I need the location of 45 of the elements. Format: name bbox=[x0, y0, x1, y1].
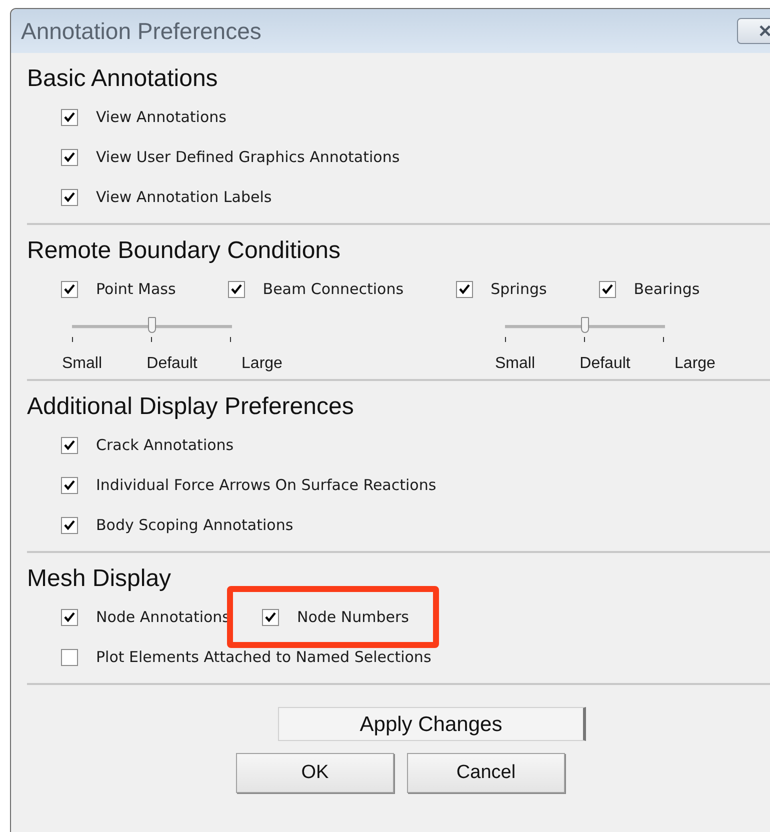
option-label: Body Scoping Annotations bbox=[96, 516, 294, 534]
checkbox[interactable] bbox=[61, 608, 78, 626]
checkbox[interactable] bbox=[61, 648, 78, 666]
option-label: Node Annotations bbox=[96, 608, 230, 626]
slider-thumb[interactable] bbox=[148, 317, 156, 333]
dialog-button[interactable]: Cancel bbox=[407, 753, 565, 793]
section-heading: Basic Annotations bbox=[27, 64, 219, 94]
checkbox[interactable] bbox=[61, 108, 78, 126]
slider-label: Large bbox=[240, 355, 284, 373]
slider-label: Small bbox=[60, 355, 103, 373]
apply-changes-button[interactable]: Apply Changes bbox=[278, 707, 586, 741]
section-heading: Mesh Display bbox=[27, 564, 172, 594]
checkbox[interactable] bbox=[61, 516, 78, 534]
slider-label: Small bbox=[494, 355, 536, 373]
option-label: Plot Elements Attached to Named Selections bbox=[96, 648, 432, 666]
dialog-button[interactable]: OK bbox=[236, 753, 394, 793]
option-label: View Annotations bbox=[96, 108, 226, 126]
size-slider[interactable] bbox=[72, 315, 232, 341]
size-slider[interactable] bbox=[505, 315, 665, 341]
checkbox[interactable] bbox=[456, 280, 473, 298]
option-label: Bearings bbox=[634, 280, 700, 298]
section-heading: Remote Boundary Conditions bbox=[27, 236, 342, 266]
option-label: Springs bbox=[490, 280, 547, 298]
checkbox[interactable] bbox=[228, 280, 245, 298]
checkbox[interactable] bbox=[61, 188, 78, 206]
option-label: Point Mass bbox=[96, 280, 176, 298]
option-label: View Annotation Labels bbox=[96, 188, 272, 206]
option-label: Node Numbers bbox=[297, 608, 409, 626]
checkbox[interactable] bbox=[61, 436, 78, 454]
slider-thumb[interactable] bbox=[581, 317, 589, 333]
option-label: Beam Connections bbox=[262, 280, 404, 298]
checkbox[interactable] bbox=[262, 608, 279, 626]
close-button[interactable]: ✕ bbox=[737, 18, 770, 44]
checkbox[interactable] bbox=[61, 148, 78, 166]
option-label: Individual Force Arrows On Surface Reactions bbox=[96, 476, 436, 494]
option-label: Crack Annotations bbox=[96, 436, 234, 454]
checkbox[interactable] bbox=[61, 280, 78, 298]
slider-label: Large bbox=[674, 355, 716, 373]
option-label: View User Defined Graphics Annotations bbox=[96, 148, 400, 166]
section-heading: Additional Display Preferences bbox=[27, 392, 355, 422]
window-title: Annotation Preferences bbox=[21, 18, 262, 44]
slider-label: Default bbox=[146, 355, 198, 373]
slider-label: Default bbox=[578, 355, 632, 373]
checkbox[interactable] bbox=[61, 476, 78, 494]
checkbox[interactable] bbox=[598, 280, 616, 298]
